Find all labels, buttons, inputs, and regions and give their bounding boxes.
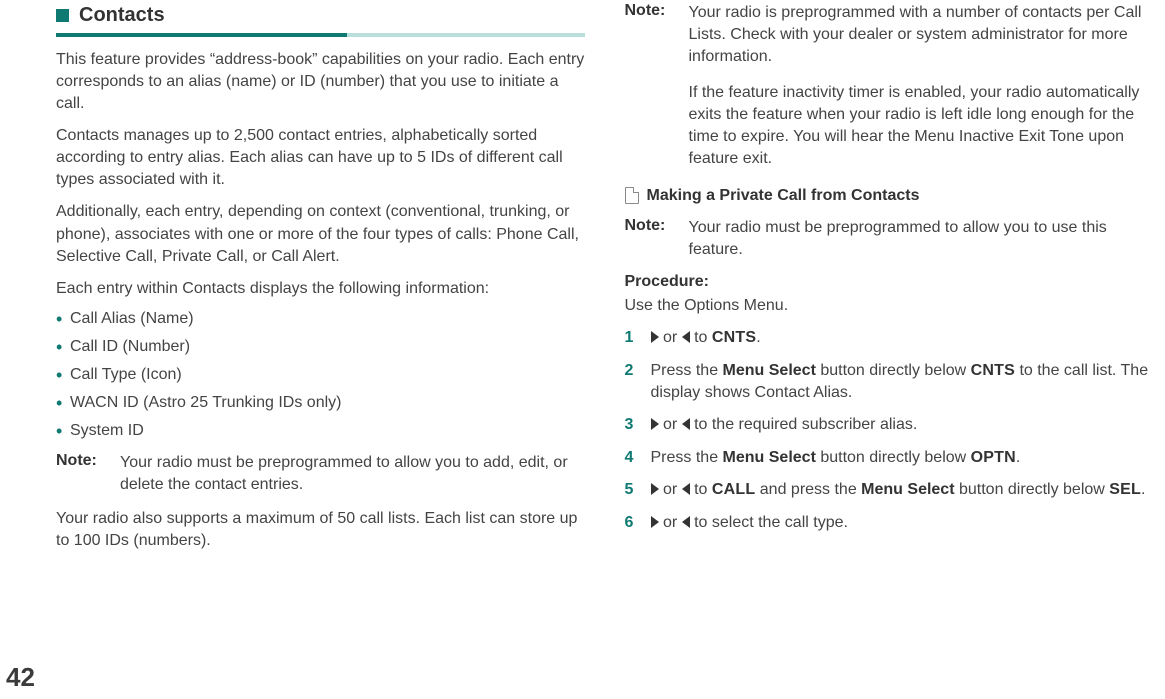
right-column: Note: Your radio is preprogrammed with a… bbox=[625, 2, 1154, 689]
step-text: or bbox=[659, 329, 682, 346]
display-text: CALL bbox=[712, 481, 755, 498]
step-text: to bbox=[690, 481, 712, 498]
paragraph: Each entry within Contacts displays the … bbox=[56, 278, 585, 300]
paragraph: Your radio also supports a maximum of 50… bbox=[56, 508, 585, 552]
step-item: or to CNTS. bbox=[625, 327, 1154, 350]
page-number: 42 bbox=[6, 662, 35, 693]
note-label: Note: bbox=[625, 217, 677, 261]
content-columns: Contacts This feature provides “address-… bbox=[56, 2, 1153, 689]
nav-right-icon bbox=[651, 480, 659, 502]
button-name: Menu Select bbox=[723, 362, 816, 379]
step-item: or to the required subscriber alias. bbox=[625, 414, 1154, 437]
note-paragraph: Your radio is preprogrammed with a numbe… bbox=[689, 2, 1154, 68]
display-text: CNTS bbox=[971, 362, 1015, 379]
step-text: or bbox=[659, 416, 682, 433]
left-column: Contacts This feature provides “address-… bbox=[56, 2, 585, 689]
step-item: Press the Menu Select button directly be… bbox=[625, 447, 1154, 469]
side-chapter-label: Advanced Features bbox=[0, 450, 2, 653]
note-paragraph: If the feature inactivity timer is enabl… bbox=[689, 82, 1154, 170]
note-body: Your radio is preprogrammed with a numbe… bbox=[689, 2, 1154, 171]
procedure-steps: or to CNTS. Press the Menu Select button… bbox=[625, 327, 1154, 536]
step-text: . bbox=[1016, 449, 1020, 466]
info-bullet-list: Call Alias (Name) Call ID (Number) Call … bbox=[56, 310, 585, 440]
nav-left-icon bbox=[682, 415, 690, 437]
step-text: . bbox=[1141, 481, 1145, 498]
subheading-text: Making a Private Call from Contacts bbox=[647, 187, 920, 205]
heading-rule bbox=[56, 33, 585, 37]
button-name: Menu Select bbox=[861, 481, 954, 498]
step-text: and press the bbox=[755, 481, 861, 498]
note-body: Your radio must be preprogrammed to allo… bbox=[120, 452, 585, 496]
display-text: SEL bbox=[1109, 481, 1141, 498]
note-label: Note: bbox=[56, 452, 108, 496]
procedure-label: Procedure: bbox=[625, 273, 1154, 291]
page-container: Advanced Features 42 Contacts This featu… bbox=[0, 0, 1165, 699]
nav-right-icon bbox=[651, 328, 659, 350]
note-block: Note: Your radio is preprogrammed with a… bbox=[625, 2, 1154, 171]
step-item: or to CALL and press the Menu Select but… bbox=[625, 479, 1154, 502]
note-block: Note: Your radio must be preprogrammed t… bbox=[625, 217, 1154, 261]
step-text: button directly below bbox=[955, 481, 1110, 498]
note-label: Note: bbox=[625, 2, 677, 171]
section-title: Contacts bbox=[79, 4, 165, 27]
display-text: OPTN bbox=[971, 449, 1016, 466]
step-text: Press the bbox=[651, 449, 723, 466]
step-text: button directly below bbox=[816, 449, 971, 466]
list-item: WACN ID (Astro 25 Trunking IDs only) bbox=[56, 394, 585, 412]
list-item: Call Alias (Name) bbox=[56, 310, 585, 328]
step-text: or bbox=[659, 514, 682, 531]
step-text: or bbox=[659, 481, 682, 498]
paragraph: Contacts manages up to 2,500 contact ent… bbox=[56, 125, 585, 191]
paragraph: This feature provides “address-book” cap… bbox=[56, 49, 585, 115]
display-text: CNTS bbox=[712, 329, 756, 346]
procedure-icon bbox=[625, 187, 639, 204]
nav-right-icon bbox=[651, 415, 659, 437]
step-text: to the required subscriber alias. bbox=[690, 416, 918, 433]
note-block: Note: Your radio must be preprogrammed t… bbox=[56, 452, 585, 496]
list-item: System ID bbox=[56, 422, 585, 440]
step-text: Press the bbox=[651, 362, 723, 379]
list-item: Call Type (Icon) bbox=[56, 366, 585, 384]
list-item: Call ID (Number) bbox=[56, 338, 585, 356]
step-text: to bbox=[690, 329, 712, 346]
nav-left-icon bbox=[682, 328, 690, 350]
nav-left-icon bbox=[682, 480, 690, 502]
subheading-row: Making a Private Call from Contacts bbox=[625, 187, 1154, 205]
paragraph: Additionally, each entry, depending on c… bbox=[56, 201, 585, 267]
button-name: Menu Select bbox=[723, 449, 816, 466]
side-rail: Advanced Features 42 bbox=[2, 13, 42, 693]
step-text: to select the call type. bbox=[690, 514, 848, 531]
step-item: Press the Menu Select button directly be… bbox=[625, 360, 1154, 404]
heading-bullet-icon bbox=[56, 9, 69, 22]
step-item: or to select the call type. bbox=[625, 512, 1154, 535]
nav-right-icon bbox=[651, 513, 659, 535]
nav-left-icon bbox=[682, 513, 690, 535]
section-heading-row: Contacts bbox=[56, 4, 585, 27]
note-body: Your radio must be preprogrammed to allo… bbox=[689, 217, 1154, 261]
procedure-description: Use the Options Menu. bbox=[625, 295, 1154, 317]
step-text: button directly below bbox=[816, 362, 971, 379]
step-text: . bbox=[756, 329, 760, 346]
